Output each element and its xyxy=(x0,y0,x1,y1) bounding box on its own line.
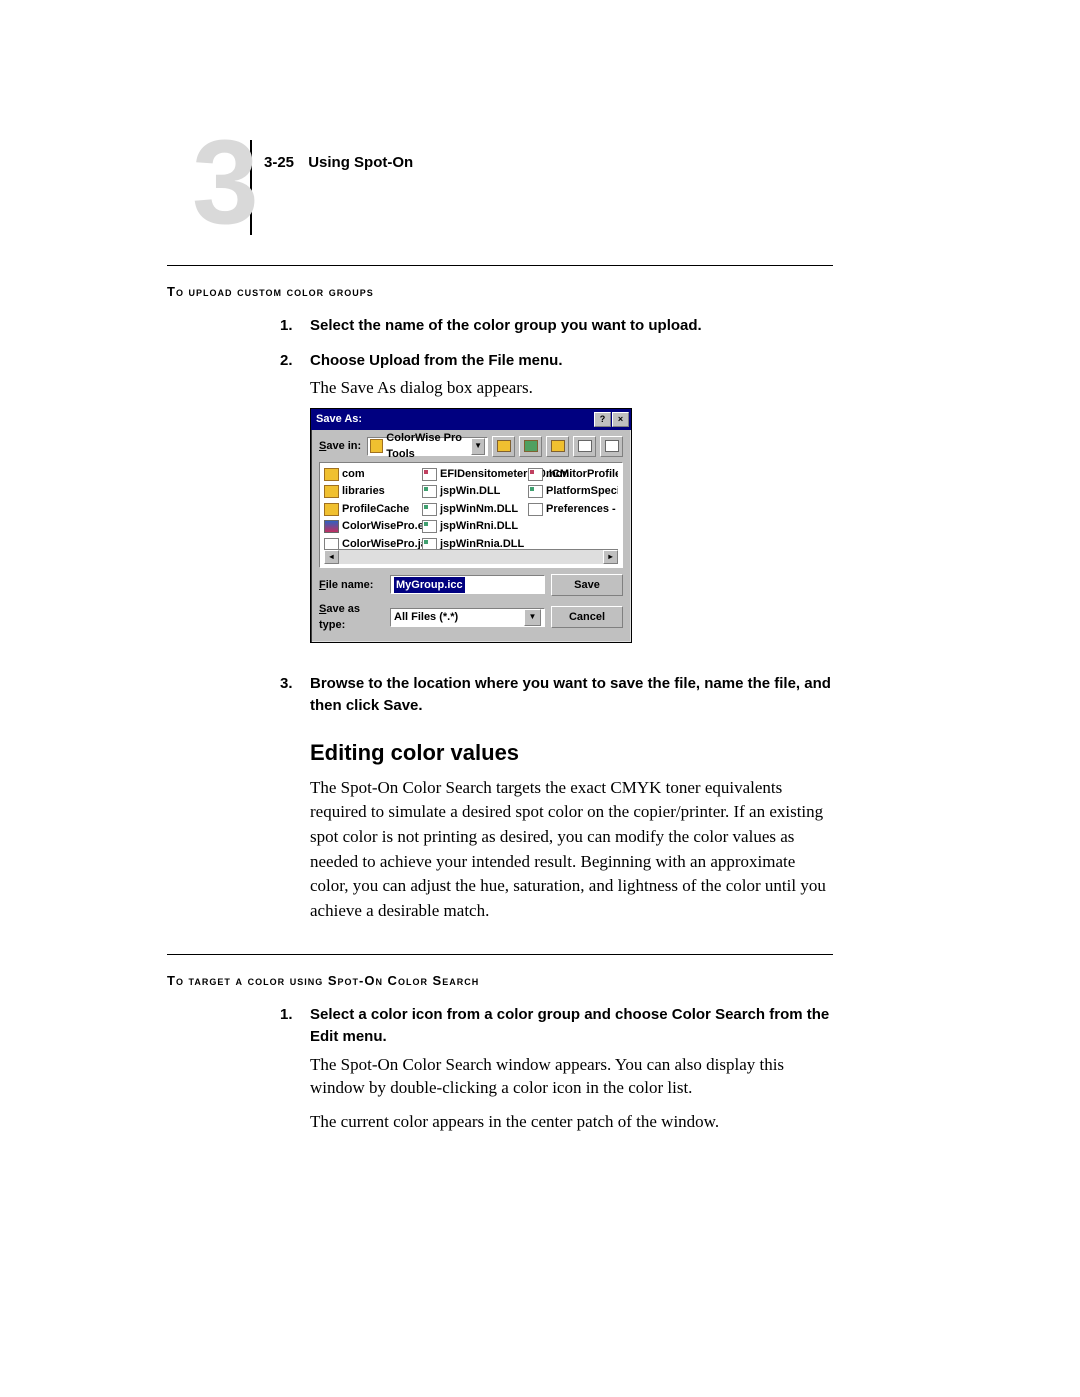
folder-icon xyxy=(324,468,339,481)
step-num: 1. xyxy=(280,1004,310,1134)
save-as-type-combo[interactable]: All Files (*.*) ▼ xyxy=(390,608,545,627)
new-folder-button[interactable] xyxy=(546,436,569,457)
save-as-type-label: Save as type: xyxy=(319,601,384,634)
list-view-button[interactable] xyxy=(573,436,596,457)
help-button[interactable]: ? xyxy=(594,412,611,427)
file-icon xyxy=(422,503,437,516)
page-header: 3 3-25 Using Spot-On xyxy=(250,140,833,235)
list-item[interactable]: EFIDensitometer100.ICM xyxy=(422,466,520,483)
procedure-title-2: To target a color using Spot-On Color Se… xyxy=(167,973,833,988)
file-column: com libraries ProfileCache ColorWisePro.… xyxy=(324,466,414,549)
step-note: The Spot-On Color Search window appears.… xyxy=(310,1053,833,1101)
body-paragraph: The Spot-On Color Search targets the exa… xyxy=(310,776,833,924)
step-text: Select a color icon from a color group a… xyxy=(310,1004,833,1049)
dialog-title: Save As: xyxy=(316,411,593,428)
list-item[interactable]: ProfileCache xyxy=(324,501,414,518)
scroll-right-icon[interactable]: ▸ xyxy=(603,550,618,564)
list-item[interactable]: jspWinRnia.DLL xyxy=(422,536,520,549)
dialog-titlebar: Save As: ? × xyxy=(311,409,631,430)
step-text: Browse to the location where you want to… xyxy=(310,673,833,718)
heading-editing-color-values: Editing color values xyxy=(310,740,833,766)
step-3: 3. Browse to the location where you want… xyxy=(280,673,833,718)
step-note: The Save As dialog box appears. xyxy=(310,376,632,400)
horizontal-scrollbar[interactable]: ◂ ▸ xyxy=(324,549,618,564)
folder-icon xyxy=(324,503,339,516)
save-as-dialog: Save As: ? × Save in: ColorWise Pro Tool… xyxy=(310,408,632,643)
chevron-down-icon[interactable]: ▼ xyxy=(524,609,541,626)
close-button[interactable]: × xyxy=(612,412,629,427)
save-in-combo[interactable]: ColorWise Pro Tools ▼ xyxy=(367,437,488,456)
list-item[interactable]: jspWin.DLL xyxy=(422,483,520,500)
divider xyxy=(167,954,833,955)
file-column: EFIDensitometer100.ICM jspWin.DLL jspWin… xyxy=(422,466,520,549)
step-note: The current color appears in the center … xyxy=(310,1110,833,1134)
step-num: 2. xyxy=(280,350,310,661)
file-icon xyxy=(422,538,437,549)
file-icon xyxy=(528,468,543,481)
details-view-button[interactable] xyxy=(600,436,623,457)
save-in-value: ColorWise Pro Tools xyxy=(386,430,471,463)
step-1b: 1. Select a color icon from a color grou… xyxy=(280,1004,833,1134)
step-1: 1. Select the name of the color group yo… xyxy=(280,315,833,338)
file-icon xyxy=(528,503,543,516)
list-item[interactable]: libraries xyxy=(324,483,414,500)
new-folder-icon xyxy=(551,440,565,452)
scroll-track[interactable] xyxy=(339,550,603,564)
save-button[interactable]: Save xyxy=(551,574,623,596)
chevron-down-icon[interactable]: ▼ xyxy=(471,438,485,455)
list-item[interactable]: Preferences - Spot E xyxy=(528,501,618,518)
desktop-icon xyxy=(524,440,538,452)
details-icon xyxy=(605,440,619,452)
file-icon xyxy=(422,468,437,481)
step-num: 3. xyxy=(280,673,310,718)
header-label: 3-25 Using Spot-On xyxy=(264,154,413,171)
exe-icon xyxy=(324,520,339,533)
list-item[interactable]: jspWinRni.DLL xyxy=(422,518,520,535)
desktop-button[interactable] xyxy=(519,436,542,457)
file-name-input[interactable]: MyGroup.icc xyxy=(390,575,545,594)
list-item[interactable]: ColorWisePro.jar xyxy=(324,536,414,549)
file-list-pane[interactable]: com libraries ProfileCache ColorWisePro.… xyxy=(319,462,623,568)
list-item[interactable]: jspWinNm.DLL xyxy=(422,501,520,518)
save-in-label: Save in: xyxy=(319,438,361,455)
step-2: 2. Choose Upload from the File menu. The… xyxy=(280,350,833,661)
divider xyxy=(167,265,833,266)
step-text: Choose Upload from the File menu. xyxy=(310,350,632,373)
file-name-value: MyGroup.icc xyxy=(394,577,465,594)
file-icon xyxy=(422,520,437,533)
section-title: Using Spot-On xyxy=(308,154,413,171)
folder-up-icon xyxy=(497,440,511,452)
file-column: monitorProfile.icc PlatformSpecific.dll … xyxy=(528,466,618,549)
list-item[interactable]: PlatformSpecific.dll xyxy=(528,483,618,500)
file-icon xyxy=(528,485,543,498)
file-icon xyxy=(324,538,339,549)
page-ref: 3-25 xyxy=(264,154,294,171)
up-one-level-button[interactable] xyxy=(492,436,515,457)
list-item[interactable]: com xyxy=(324,466,414,483)
scroll-left-icon[interactable]: ◂ xyxy=(324,550,339,564)
file-icon xyxy=(422,485,437,498)
file-name-label: File name: xyxy=(319,577,384,594)
chapter-number: 3 xyxy=(192,122,259,242)
procedure-title-1: To upload custom color groups xyxy=(167,284,833,299)
list-item[interactable]: ColorWisePro.exe xyxy=(324,518,414,535)
step-num: 1. xyxy=(280,315,310,338)
list-item[interactable]: monitorProfile.icc xyxy=(528,466,618,483)
step-text: Select the name of the color group you w… xyxy=(310,315,702,338)
folder-icon xyxy=(324,485,339,498)
save-as-type-value: All Files (*.*) xyxy=(394,609,458,626)
folder-icon xyxy=(370,439,383,453)
list-icon xyxy=(578,440,592,452)
cancel-button[interactable]: Cancel xyxy=(551,606,623,628)
